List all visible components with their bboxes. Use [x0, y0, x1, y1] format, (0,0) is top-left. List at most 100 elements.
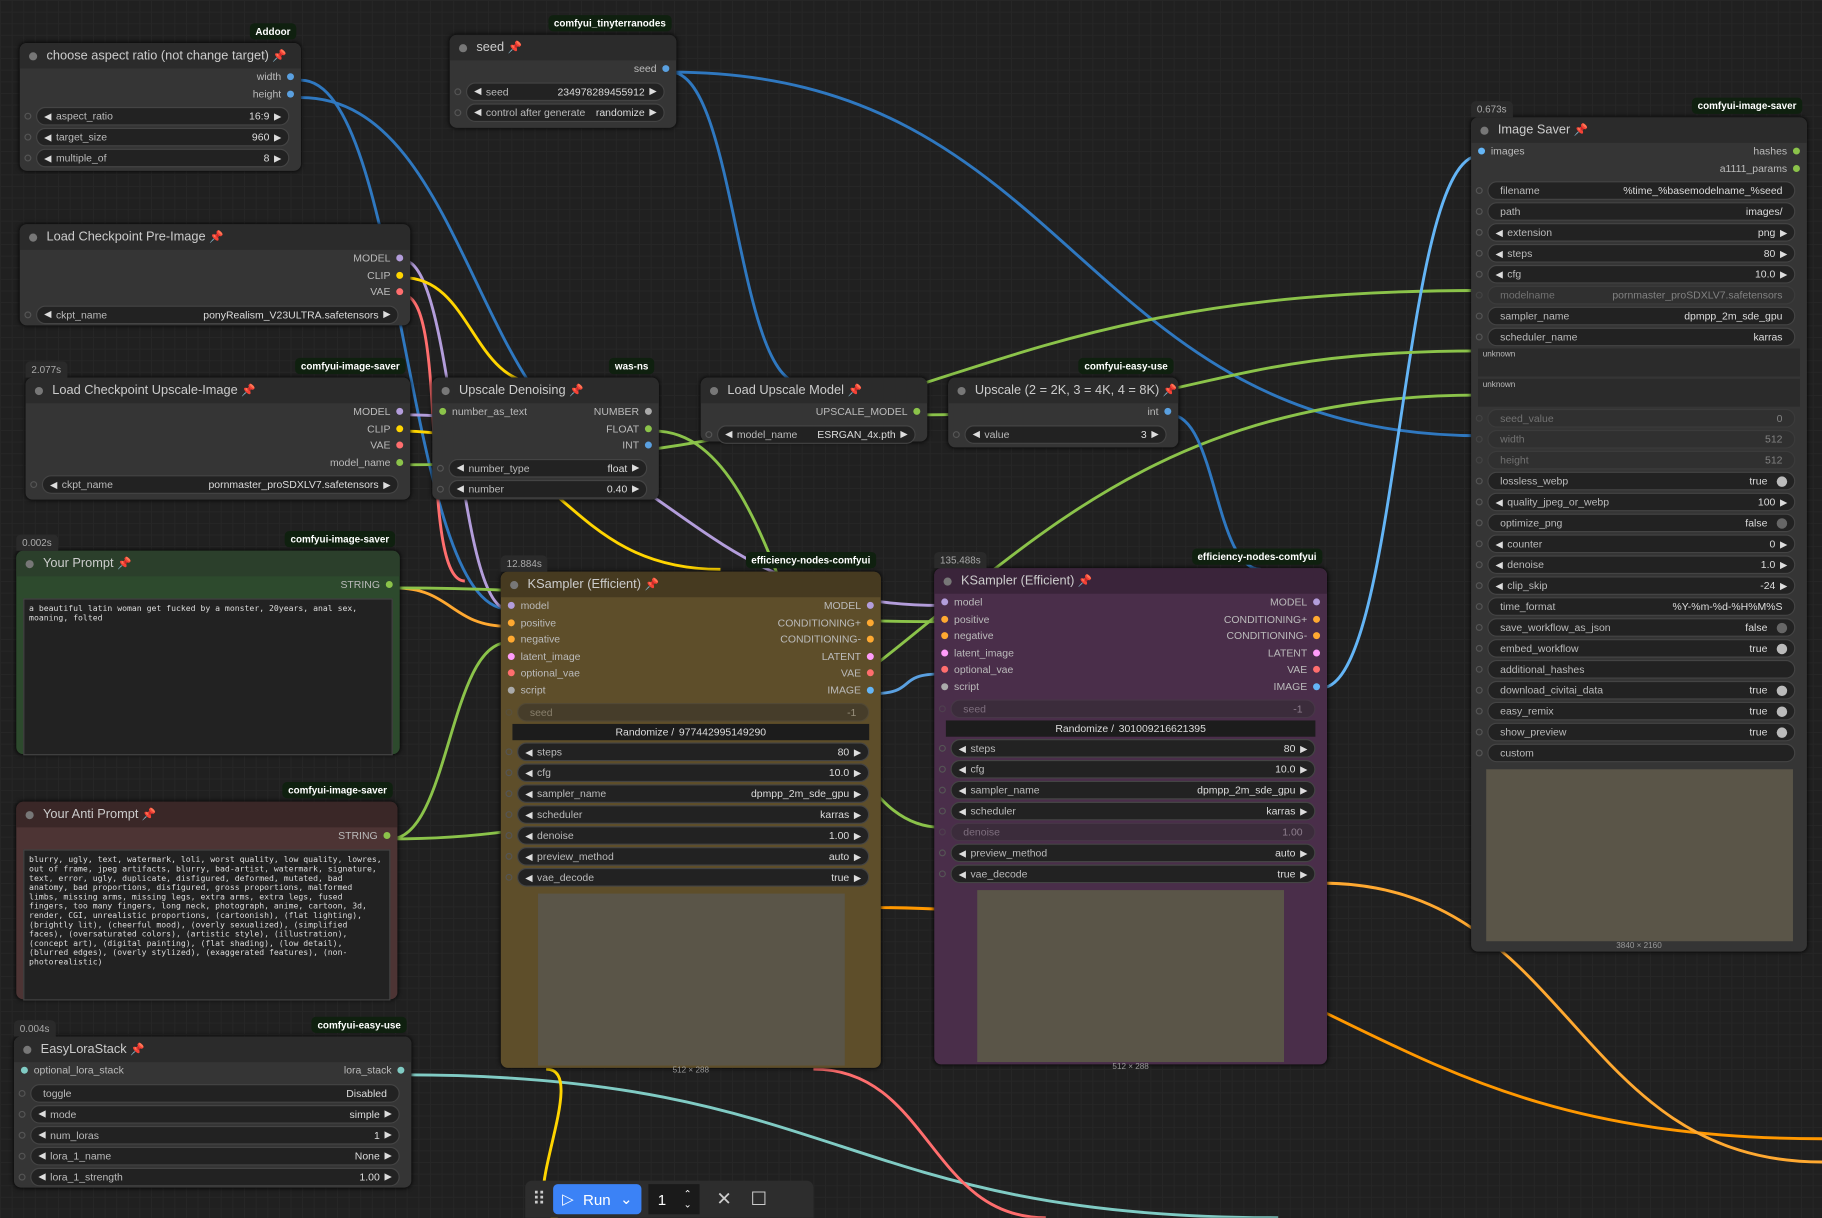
increment-arrow-icon[interactable]: ▶: [854, 809, 861, 819]
output-slot[interactable]: FLOAT: [606, 423, 652, 434]
decrement-arrow-icon[interactable]: ◀: [525, 809, 532, 819]
output-dot-icon[interactable]: [644, 441, 652, 449]
prompt-textarea[interactable]: blurry, ugly, text, watermark, loli, wor…: [23, 848, 391, 1000]
input-slot[interactable]: script: [507, 684, 546, 696]
input-dot-icon[interactable]: [1478, 147, 1486, 155]
increment-arrow-icon[interactable]: ▶: [1300, 848, 1307, 858]
output-dot-icon[interactable]: [1313, 615, 1321, 623]
output-slot[interactable]: MODEL: [353, 406, 404, 417]
node-header[interactable]: Your Anti Prompt 📌: [16, 801, 398, 828]
node-header[interactable]: Load Checkpoint Pre-Image 📌: [19, 224, 411, 250]
widget-vae-decode[interactable]: ◀ vae_decode true ▶: [938, 864, 1316, 884]
output-dot-icon[interactable]: [866, 669, 874, 677]
input-slot[interactable]: optional_lora_stack: [20, 1065, 124, 1076]
collapse-dot-icon[interactable]: [34, 386, 43, 395]
output-dot-icon[interactable]: [396, 288, 404, 296]
node-header[interactable]: Upscale Denoising 📌: [432, 377, 659, 404]
output-dot-icon[interactable]: [662, 65, 670, 73]
widget-save-workflow-as-json[interactable]: save_workflow_as_json false: [1475, 618, 1796, 637]
increment-arrow-icon[interactable]: ▶: [274, 153, 281, 163]
input-dot-icon[interactable]: [507, 652, 515, 660]
collapse-dot-icon[interactable]: [709, 386, 719, 395]
decrement-arrow-icon[interactable]: ◀: [1495, 580, 1502, 590]
input-dot-icon[interactable]: [941, 632, 949, 640]
output-slot[interactable]: CONDITIONING-: [1226, 630, 1321, 642]
decrement-arrow-icon[interactable]: ◀: [959, 743, 966, 753]
decrement-arrow-icon[interactable]: ◀: [1495, 560, 1502, 570]
input-dot-icon[interactable]: [507, 602, 515, 610]
widget-width[interactable]: width 512: [1475, 429, 1796, 449]
node-aspect[interactable]: Addoor choose aspect ratio (not change ta…: [19, 23, 301, 171]
node-header[interactable]: Upscale (2 = 2K, 3 = 4K, 4 = 8K) 📌: [948, 377, 1179, 404]
decrement-arrow-icon[interactable]: ◀: [474, 107, 481, 117]
increment-arrow-icon[interactable]: ▶: [649, 86, 656, 96]
collapse-dot-icon[interactable]: [29, 51, 38, 60]
widget-denoise[interactable]: ◀ denoise 1.00 ▶: [505, 826, 870, 845]
output-slot[interactable]: a1111_params: [1720, 162, 1800, 174]
widget-steps[interactable]: ◀ steps 80 ▶: [938, 739, 1316, 758]
node-header[interactable]: KSampler (Efficient) 📌: [934, 568, 1328, 594]
output-slot[interactable]: VAE: [841, 667, 874, 679]
collapse-dot-icon[interactable]: [943, 576, 952, 586]
increment-arrow-icon[interactable]: ▶: [854, 768, 861, 778]
node-header[interactable]: Load Upscale Model 📌: [700, 377, 928, 404]
output-slot[interactable]: height: [253, 88, 294, 100]
widget-seed[interactable]: seed -1: [505, 703, 870, 722]
output-slot[interactable]: int: [1147, 406, 1172, 417]
output-slot[interactable]: UPSCALE_MODEL: [816, 406, 921, 417]
output-slot[interactable]: CONDITIONING-: [780, 634, 874, 645]
increment-arrow-icon[interactable]: ▶: [1780, 497, 1787, 507]
widget-value[interactable]: ◀ value 3 ▶: [952, 424, 1167, 444]
widget-target-size[interactable]: ◀ target_size 960 ▶: [24, 127, 290, 147]
widget-number-type[interactable]: ◀ number_type float ▶: [436, 458, 648, 478]
widget-denoise[interactable]: ◀ denoise 1.0 ▶: [1475, 555, 1796, 575]
output-dot-icon[interactable]: [913, 408, 921, 416]
input-dot-icon[interactable]: [439, 408, 447, 416]
widget-mode[interactable]: ◀ mode simple ▶: [18, 1104, 400, 1124]
decrement-arrow-icon[interactable]: ◀: [457, 462, 464, 472]
widget-quality-jpeg-or-webp[interactable]: ◀ quality_jpeg_or_webp 100 ▶: [1475, 492, 1796, 512]
decrement-arrow-icon[interactable]: ◀: [38, 1129, 45, 1139]
node-header[interactable]: Load Checkpoint Upscale-Image 📌: [25, 377, 411, 404]
widget-download-civitai-data[interactable]: download_civitai_data true: [1475, 680, 1796, 700]
widget-lora-1-strength[interactable]: ◀ lora_1_strength 1.00 ▶: [18, 1167, 400, 1186]
decrement-arrow-icon[interactable]: ◀: [959, 848, 966, 858]
widget-vae-decode[interactable]: ◀ vae_decode true ▶: [505, 868, 870, 887]
node-upden[interactable]: was-ns Upscale Denoising 📌 number_as_text NU…: [432, 357, 659, 500]
widget-scheduler[interactable]: ◀ scheduler karras ▶: [505, 805, 870, 824]
node-lora[interactable]: comfyui-easy-use 0.004s EasyLoraStack 📌 opti…: [13, 1016, 412, 1188]
increment-arrow-icon[interactable]: ▶: [384, 1109, 391, 1119]
prompt-textarea[interactable]: a beautiful latin woman get fucked by a …: [23, 597, 393, 755]
toggle-switch-icon[interactable]: [1776, 684, 1788, 696]
node-header[interactable]: Image Saver 📌: [1471, 117, 1807, 143]
unknown-input-box[interactable]: unknown: [1478, 378, 1800, 407]
input-slot[interactable]: latent_image: [507, 650, 580, 662]
drag-handle-icon[interactable]: ⠿: [532, 1188, 546, 1211]
decrement-arrow-icon[interactable]: ◀: [44, 309, 51, 319]
randomize-seed-button[interactable]: Randomize / 977442995149290: [512, 723, 870, 741]
increment-arrow-icon[interactable]: ▶: [854, 830, 861, 840]
collapse-dot-icon[interactable]: [957, 386, 966, 395]
output-dot-icon[interactable]: [644, 408, 652, 416]
decrement-arrow-icon[interactable]: ◀: [1495, 248, 1502, 258]
output-dot-icon[interactable]: [397, 1067, 405, 1074]
toggle-switch-icon[interactable]: [1776, 643, 1788, 654]
input-slot[interactable]: model: [941, 596, 982, 608]
widget-counter[interactable]: ◀ counter 0 ▶: [1475, 534, 1796, 554]
output-dot-icon[interactable]: [396, 408, 404, 416]
widget-denoise[interactable]: denoise 1.00: [938, 822, 1316, 842]
increment-arrow-icon[interactable]: ▶: [1300, 764, 1307, 774]
output-slot[interactable]: model_name: [330, 456, 404, 468]
widget-filename[interactable]: filename %time_%basemodelname_%seed: [1475, 181, 1796, 200]
node-saver[interactable]: comfyui-image-saver 0.673s Image Saver 📌 ima…: [1471, 97, 1807, 952]
widget-clip-skip[interactable]: ◀ clip_skip -24 ▶: [1475, 576, 1796, 595]
widget-embed-workflow[interactable]: embed_workflow true: [1475, 639, 1796, 658]
decrement-arrow-icon[interactable]: ◀: [1495, 269, 1502, 279]
decrement-arrow-icon[interactable]: ◀: [525, 788, 532, 798]
output-dot-icon[interactable]: [866, 602, 874, 610]
input-slot[interactable]: negative: [507, 634, 560, 645]
output-slot[interactable]: MODEL: [824, 600, 874, 612]
increment-arrow-icon[interactable]: ▶: [1780, 539, 1787, 549]
increment-arrow-icon[interactable]: ▶: [274, 111, 281, 121]
decrement-arrow-icon[interactable]: ◀: [725, 429, 732, 439]
